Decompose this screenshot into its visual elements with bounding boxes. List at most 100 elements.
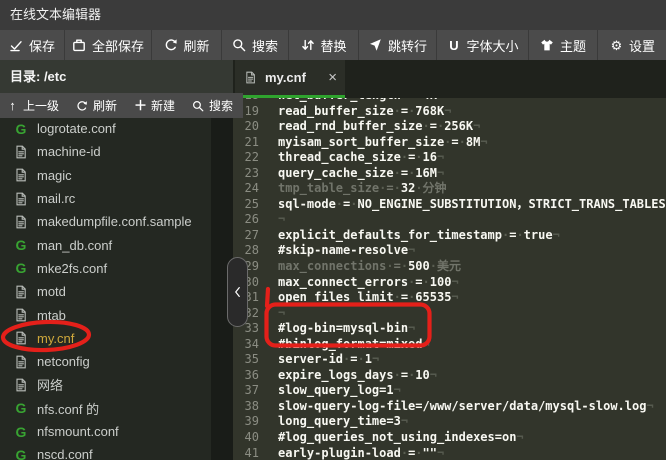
line-text: max_connect_errors·=·100¬ xyxy=(259,275,459,291)
file-name: motd xyxy=(37,284,66,299)
code-line-31: 31open_files_limit·=·65535¬ xyxy=(233,290,666,306)
refresh-icon xyxy=(163,38,178,53)
line-number: 27 xyxy=(233,228,259,244)
document-icon xyxy=(13,377,29,392)
code-line-25: 25sql-mode·=·NO_ENGINE_SUBSTITUTION，STRI… xyxy=(233,197,666,213)
file-name: nfs.conf 的 xyxy=(37,399,99,418)
file-item-mail.rc[interactable]: mail.rc xyxy=(0,187,233,210)
toolbar-button-replace[interactable]: 替换 xyxy=(289,30,359,60)
code-editor[interactable]: 18net_buffer_length·=·4K¬19read_buffer_s… xyxy=(233,98,666,460)
line-number: 37 xyxy=(233,383,259,399)
document-icon xyxy=(243,70,258,85)
filetree-button-search[interactable]: 搜索 xyxy=(192,97,233,114)
filetree-button-label: 新建 xyxy=(151,97,175,114)
file-item-mtab[interactable]: mtab xyxy=(0,303,233,326)
code-line-28: 28#skip-name-resolve¬ xyxy=(233,243,666,259)
code-line-36: 36expire_logs_days·=·10¬ xyxy=(233,368,666,384)
file-item-netconfig[interactable]: netconfig xyxy=(0,350,233,373)
toolbar-button-theme[interactable]: 主题 xyxy=(529,30,598,60)
filetree-button-label: 上一级 xyxy=(23,97,59,114)
line-number: 24 xyxy=(233,181,259,197)
line-number: 36 xyxy=(233,368,259,384)
file-name: mtab xyxy=(37,308,66,323)
tab-my-cnf[interactable]: my.cnf × xyxy=(235,60,345,95)
document-icon xyxy=(13,284,29,299)
code-line-19: 19read_buffer_size·=·768K¬ xyxy=(233,104,666,120)
file-item-motd[interactable]: motd xyxy=(0,280,233,303)
filetree-button-refresh[interactable]: 刷新 xyxy=(76,97,117,114)
line-text: query_cache_size·=·16M¬ xyxy=(259,166,444,182)
refresh-icon xyxy=(76,99,89,112)
title-bar: 在线文本编辑器 xyxy=(0,0,666,30)
line-text: #skip-name-resolve¬ xyxy=(259,243,415,259)
file-list: Glogrotate.conf machine-id magic mail.rc mak… xyxy=(0,117,233,460)
file-name: machine-id xyxy=(37,144,101,159)
toolbar-button-label: 刷新 xyxy=(183,36,209,55)
file-name: logrotate.conf xyxy=(37,121,116,136)
file-item-nfsmount.conf[interactable]: Gnfsmount.conf xyxy=(0,420,233,443)
file-name: netconfig xyxy=(37,354,90,369)
code-line-35: 35server-id·=·1¬ xyxy=(233,352,666,368)
line-number: 23 xyxy=(233,166,259,182)
replace-icon xyxy=(300,38,315,53)
line-text: slow_query_log=1¬ xyxy=(259,383,401,399)
line-text: #binlog_format=mixed¬ xyxy=(259,337,430,353)
line-text: #log-bin=mysql-bin¬ xyxy=(259,321,415,337)
file-item-magic[interactable]: magic xyxy=(0,164,233,187)
file-name: magic xyxy=(37,168,72,183)
code-line-21: 21myisam_sort_buffer_size·=·8M¬ xyxy=(233,135,666,151)
filetree-button-up[interactable]: ↑上一级 xyxy=(6,97,59,114)
line-text: sql-mode·=·NO_ENGINE_SUBSTITUTION，STRICT… xyxy=(259,197,666,213)
code-line-32: 32¬ xyxy=(233,306,666,322)
file-item-nfs.conf 的[interactable]: Gnfs.conf 的 xyxy=(0,397,233,420)
sidebar-collapse-button[interactable] xyxy=(227,257,248,327)
file-item-man_db.conf[interactable]: Gman_db.conf xyxy=(0,233,233,256)
line-text: long_query_time=3¬ xyxy=(259,414,408,430)
toolbar-button-refresh[interactable]: 刷新 xyxy=(152,30,222,60)
close-icon[interactable]: × xyxy=(328,70,337,85)
file-item-mke2fs.conf[interactable]: Gmke2fs.conf xyxy=(0,257,233,280)
file-item-logrotate.conf[interactable]: Glogrotate.conf xyxy=(0,117,233,140)
online-text-editor-window: 在线文本编辑器 保存全部保存刷新搜索替换跳转行U字体大小主题⚙设置 目录: /e… xyxy=(0,0,666,460)
document-icon xyxy=(13,308,29,323)
document-icon xyxy=(13,354,29,369)
font-size-icon: U xyxy=(446,38,461,53)
theme-icon xyxy=(540,38,555,53)
directory-header: 目录: /etc xyxy=(0,60,233,93)
toolbar-button-search[interactable]: 搜索 xyxy=(222,30,289,60)
line-number: 26 xyxy=(233,212,259,228)
file-item-nscd.conf[interactable]: Gnscd.conf xyxy=(0,443,233,460)
toolbar-button-font-size[interactable]: U 字体大小 xyxy=(437,30,529,60)
file-item-machine-id[interactable]: machine-id xyxy=(0,140,233,163)
line-text: early-plugin-load·=·""¬ xyxy=(259,446,444,460)
directory-path: 目录: /etc xyxy=(0,60,233,93)
code-line-30: 30max_connect_errors·=·100¬ xyxy=(233,275,666,291)
toolbar-button-settings[interactable]: ⚙设置 xyxy=(598,30,666,60)
toolbar-button-label: 替换 xyxy=(320,36,346,55)
line-number: 39 xyxy=(233,414,259,430)
toolbar-button-save-all[interactable]: 全部保存 xyxy=(65,30,152,60)
file-name: 网络 xyxy=(37,375,63,394)
document-icon xyxy=(13,168,29,183)
code-line-39: 39long_query_time=3¬ xyxy=(233,414,666,430)
page-title: 在线文本编辑器 xyxy=(0,0,666,30)
file-item-my.cnf[interactable]: my.cnf xyxy=(0,327,233,350)
file-name: nfsmount.conf xyxy=(37,424,119,439)
filetree-button-new[interactable]: ＋新建 xyxy=(134,97,175,114)
tab-label: my.cnf xyxy=(265,70,306,85)
file-item-网络[interactable]: 网络 xyxy=(0,373,233,396)
line-text: ¬ xyxy=(259,212,285,228)
conf-g-icon: G xyxy=(13,238,29,253)
toolbar-button-save[interactable]: 保存 xyxy=(0,30,65,60)
file-name: mail.rc xyxy=(37,191,75,206)
file-item-makedumpfile.conf.sample[interactable]: makedumpfile.conf.sample xyxy=(0,210,233,233)
file-name: my.cnf xyxy=(37,331,74,346)
tab-bar: my.cnf × xyxy=(233,60,666,98)
filetree-button-label: 刷新 xyxy=(93,97,117,114)
toolbar-button-goto-line[interactable]: 跳转行 xyxy=(359,30,437,60)
file-name: mke2fs.conf xyxy=(37,261,107,276)
toolbar-button-label: 设置 xyxy=(629,36,655,55)
toolbar-button-label: 字体大小 xyxy=(466,36,518,55)
main-toolbar: 保存全部保存 刷新搜索 替换跳转行 U 字体大小主题⚙设置 xyxy=(0,30,666,60)
line-text: #log_queries_not_using_indexes=on¬ xyxy=(259,430,524,446)
